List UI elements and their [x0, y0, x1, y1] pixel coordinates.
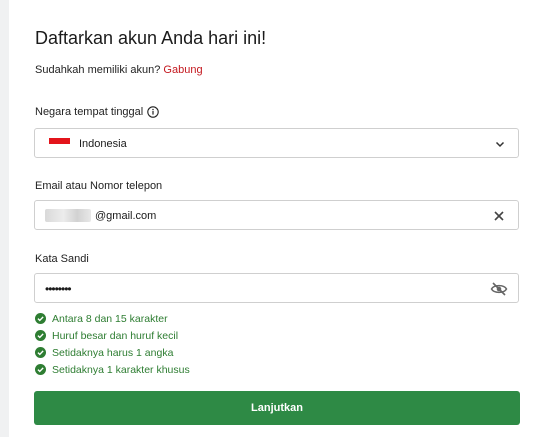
rule-special: Setidaknya 1 karakter khusus: [35, 361, 190, 378]
rule-digit: Setidaknya harus 1 angka: [35, 344, 190, 361]
eye-off-icon[interactable]: [490, 281, 508, 297]
login-prompt-text: Sudahkah memiliki akun?: [35, 64, 161, 76]
email-label: Email atau Nomor telepon: [35, 180, 163, 192]
country-label: Negara tempat tinggal: [35, 106, 144, 118]
check-circle-icon: [35, 347, 46, 358]
chevron-down-icon[interactable]: [494, 138, 506, 150]
country-value: Indonesia: [79, 138, 127, 150]
indonesia-flag-icon: [49, 138, 70, 150]
login-prompt: Sudahkah memiliki akun? Gabung: [35, 64, 203, 76]
page-title: Daftarkan akun Anda hari ini!: [35, 28, 267, 48]
rule-length: Antara 8 dan 15 karakter: [35, 310, 190, 327]
password-field[interactable]: ••••••••: [34, 273, 519, 303]
login-link[interactable]: Gabung: [163, 64, 202, 76]
email-value: @gmail.com: [95, 210, 157, 222]
country-select[interactable]: Indonesia: [34, 128, 519, 158]
email-field[interactable]: @gmail.com: [34, 200, 519, 230]
rule-case: Huruf besar dan huruf kecil: [35, 327, 190, 344]
password-value: ••••••••: [45, 282, 72, 296]
rule-text: Huruf besar dan huruf kecil: [52, 329, 179, 342]
rule-text: Antara 8 dan 15 karakter: [52, 312, 168, 325]
country-label-row: Negara tempat tinggal: [35, 106, 159, 118]
check-circle-icon: [35, 313, 46, 324]
signup-card: Daftarkan akun Anda hari ini! Sudahkah m…: [9, 0, 545, 437]
rule-text: Setidaknya harus 1 angka: [52, 346, 174, 359]
info-icon[interactable]: [147, 106, 159, 118]
password-rules: Antara 8 dan 15 karakter Huruf besar dan…: [35, 310, 190, 378]
continue-button[interactable]: Lanjutkan: [34, 391, 520, 425]
close-icon[interactable]: [493, 210, 505, 222]
password-label: Kata Sandi: [35, 253, 89, 265]
check-circle-icon: [35, 330, 46, 341]
rule-text: Setidaknya 1 karakter khusus: [52, 363, 190, 376]
redacted-email-prefix: [45, 209, 91, 222]
check-circle-icon: [35, 364, 46, 375]
